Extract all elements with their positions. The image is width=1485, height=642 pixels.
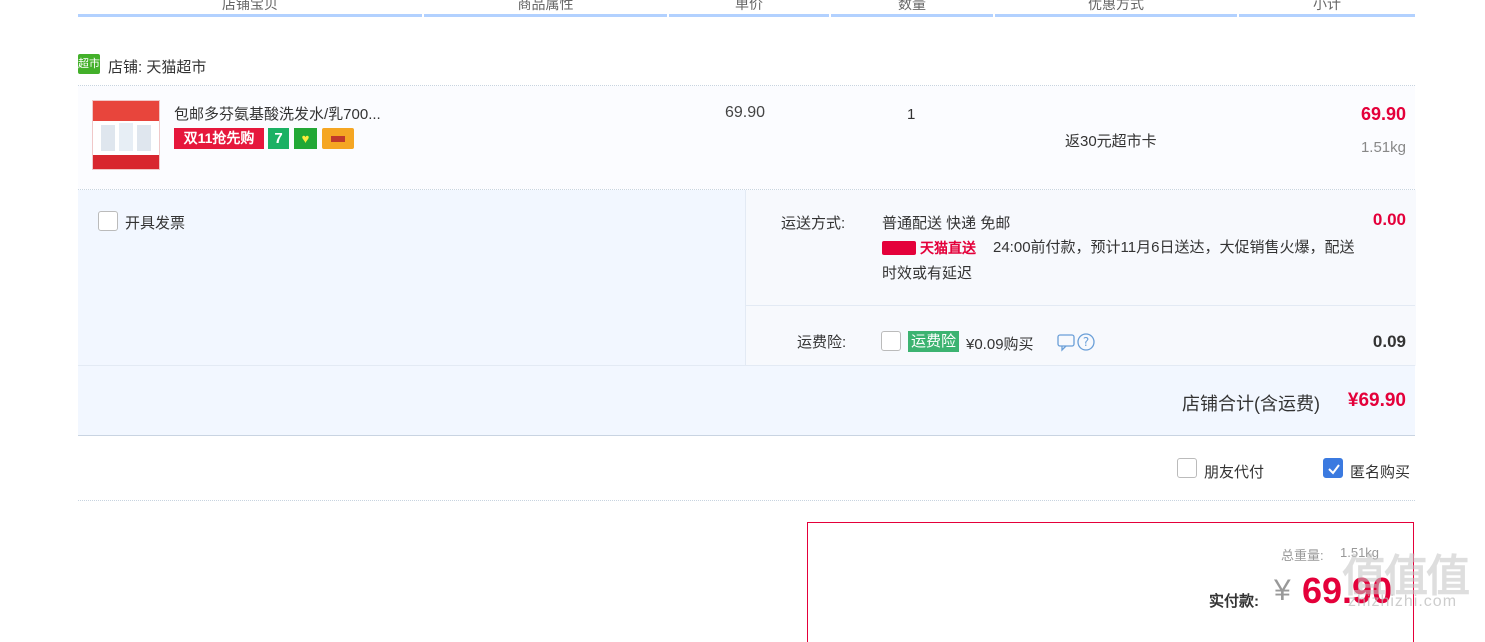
- insurance-label: 运费险:: [797, 334, 847, 351]
- anonymous-purchase-checkbox[interactable]: [1323, 458, 1343, 478]
- header-underline: [424, 14, 667, 17]
- insurance-checkbox[interactable]: [881, 331, 901, 351]
- header-col-attributes: 商品属性: [517, 0, 574, 12]
- total-weight-label: 总重量:: [1281, 548, 1324, 563]
- svg-text:?: ?: [1083, 335, 1089, 349]
- shipping-method-label: 运送方式:: [781, 215, 846, 232]
- site-watermark-url: zhizhizhi.com: [1348, 593, 1458, 610]
- check-icon: [1328, 464, 1340, 475]
- shop-name[interactable]: 店铺: 天猫超市: [108, 56, 206, 77]
- product-title-link[interactable]: 包邮多芬氨基酸洗发水/乳700...: [174, 103, 381, 124]
- header-underline: [1239, 14, 1415, 17]
- header-col-subtotal: 小计: [1313, 0, 1341, 12]
- invoice-checkbox[interactable]: [98, 211, 118, 231]
- invoice-label[interactable]: 开具发票: [125, 212, 185, 233]
- insurance-help-icons[interactable]: ?: [1057, 332, 1097, 352]
- divider: [78, 365, 1415, 366]
- guarantee-icon: ♥: [294, 128, 317, 149]
- product-thumbnail[interactable]: [92, 100, 160, 170]
- pay-amount-label: 实付款:: [1209, 593, 1259, 610]
- unit-price: 69.90: [725, 104, 766, 121]
- shop-total-label: 店铺合计(含运费): [1182, 394, 1320, 414]
- shipping-fee: 0.00: [1372, 210, 1406, 229]
- friend-pay-checkbox[interactable]: [1177, 458, 1197, 478]
- double11-presale-badge: 双11抢先购: [174, 128, 264, 149]
- seven-day-return-icon: 7: [268, 128, 289, 149]
- divider: [78, 500, 1415, 501]
- delivery-note: 24:00前付款，预计11月6日送达，大促销售火爆，配送: [993, 239, 1355, 256]
- divider: [745, 305, 1415, 306]
- insurance-price: ¥0.09购买: [966, 336, 1034, 353]
- header-underline: [669, 14, 829, 17]
- quantity-value: 1: [907, 106, 916, 123]
- promotion-text: 返30元超市卡: [1065, 133, 1157, 150]
- shipping-method-value[interactable]: 普通配送 快递 免邮: [882, 212, 1010, 233]
- delivery-note-cont: 时效或有延迟: [882, 265, 973, 282]
- header-col-unit-price: 单价: [735, 0, 763, 12]
- credit-card-icon: [322, 128, 354, 149]
- tmall-direct-badge: 天猫直送: [882, 237, 978, 257]
- header-underline: [995, 14, 1237, 17]
- supermarket-icon: 超市: [78, 54, 100, 74]
- shop-total-amount: ¥69.90: [1347, 390, 1406, 411]
- anonymous-purchase-label[interactable]: 匿名购买: [1350, 461, 1410, 482]
- header-underline: [831, 14, 993, 17]
- divider: [78, 435, 1415, 436]
- chat-help-icon[interactable]: ?: [1057, 332, 1097, 352]
- item-subtotal: 69.90: [1360, 104, 1406, 124]
- tmall-cat-icon: [882, 241, 916, 255]
- header-col-quantity: 数量: [898, 0, 926, 12]
- pay-currency: ¥: [1274, 574, 1291, 607]
- header-col-promotion: 优惠方式: [1088, 0, 1144, 12]
- header-underline: [78, 14, 422, 17]
- shipping-insurance-badge: 运费险: [908, 331, 959, 352]
- friend-pay-label[interactable]: 朋友代付: [1204, 461, 1264, 482]
- insurance-fee: 0.09: [1372, 332, 1406, 351]
- header-col-shop-item: 店铺宝贝: [222, 0, 278, 12]
- item-weight: 1.51kg: [1360, 139, 1406, 156]
